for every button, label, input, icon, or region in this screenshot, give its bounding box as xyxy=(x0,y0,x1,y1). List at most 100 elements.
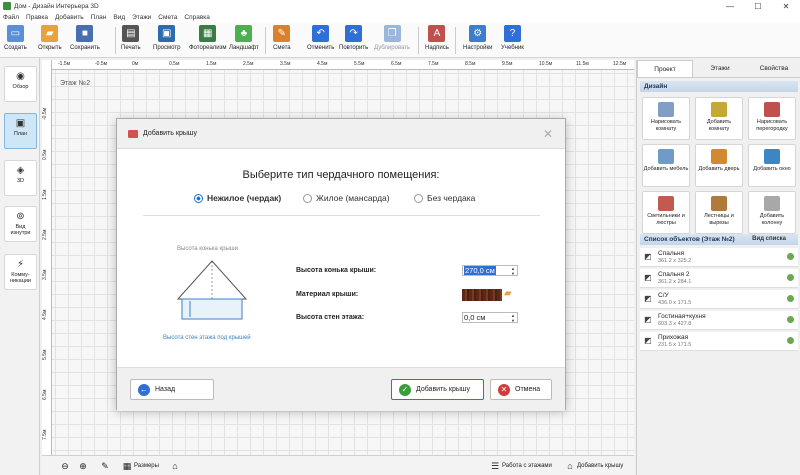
settings-gear-icon: ⚙ xyxy=(469,25,487,42)
help-icon: ? xyxy=(503,25,521,42)
toolbar-help-button[interactable]: ? Учебник xyxy=(501,24,524,57)
design-add-furniture-button[interactable]: Добавить мебель xyxy=(642,144,690,187)
radio-attic-nonresidential[interactable]: Нежилое (чердак) xyxy=(194,193,281,203)
object-list-item[interactable]: ◩ Гостиная+кухня 603.3 x 427.8 xyxy=(640,311,798,330)
toolbar-label-button[interactable]: A Надпись xyxy=(425,24,449,57)
design-label: Лестницы и вырезы xyxy=(704,213,734,226)
object-list-item[interactable]: ◩ Прихожая 231.5 x 171.5 xyxy=(640,332,798,351)
object-size: 361.2 x 284.1 xyxy=(658,279,692,285)
visibility-eye-icon[interactable] xyxy=(787,337,794,344)
toolbar-new-file-button[interactable]: ▭ Создать xyxy=(4,24,27,57)
sizes-label: Размеры xyxy=(134,463,159,469)
object-list-item[interactable]: ◩ Спальня 361.2 x 325.2 xyxy=(640,248,798,267)
measure-button[interactable]: ✎ xyxy=(100,459,112,473)
nav-label: План xyxy=(13,131,28,137)
ruler-tick-label: 4.5м xyxy=(317,61,328,67)
add-furniture-icon xyxy=(658,149,674,164)
design-draw-room-button[interactable]: Нарисовать комнату xyxy=(642,97,690,140)
menu-file[interactable]: Файл xyxy=(3,14,19,21)
zoom-in-button[interactable]: ⊕ xyxy=(78,459,90,473)
object-list-item[interactable]: ◩ С/У 436.0 x 171.5 xyxy=(640,290,798,309)
toolbar-label: Учебник xyxy=(501,45,524,51)
toolbar-landscape-button[interactable]: ♣ Ландшафт xyxy=(229,24,259,57)
ruler-tick-label: 3.5м xyxy=(280,61,291,67)
floors-work-button[interactable]: ☰ Работа с этажами xyxy=(490,459,552,473)
toolbar-open-folder-button[interactable]: ▰ Открыть xyxy=(38,24,62,57)
menu-help[interactable]: Справка xyxy=(184,14,210,21)
radio-no-attic[interactable]: Без чердака xyxy=(414,193,475,203)
design-add-column-button[interactable]: Добавить колонну xyxy=(748,191,796,234)
diagram-wall-label: Высота стен этажа под крышей xyxy=(163,335,251,341)
visibility-eye-icon[interactable] xyxy=(787,274,794,281)
view-list-toggle[interactable]: Вид списка xyxy=(752,236,786,242)
nav-inside-view[interactable]: ⊚ Вид изнутри xyxy=(4,206,37,242)
cancel-label: Отмена xyxy=(515,386,541,393)
nav-communications[interactable]: ⚡ Комму-никации xyxy=(4,254,37,290)
toolbar-redo-button[interactable]: ↷ Повторить xyxy=(339,24,368,57)
ruler-tick-label: 1.5м xyxy=(42,189,48,200)
menu-add[interactable]: Добавить xyxy=(55,14,84,21)
design-add-room-button[interactable]: Добавить комнату xyxy=(695,97,743,140)
visibility-eye-icon[interactable] xyxy=(787,316,794,323)
tab-project[interactable]: Проект xyxy=(637,60,693,77)
open-folder-icon[interactable]: ▰ xyxy=(504,288,518,301)
back-button[interactable]: ← Назад xyxy=(130,379,214,400)
wall-height-spinner[interactable]: ▲ ▼ xyxy=(509,312,517,323)
design-add-door-button[interactable]: Добавить дверь xyxy=(695,144,743,187)
zoom-in-icon: ⊕ xyxy=(79,460,87,471)
toolbar-undo-button[interactable]: ↶ Отменить xyxy=(307,24,334,57)
toolbar-photorealism-button[interactable]: ▦ Фотореализм xyxy=(189,24,227,57)
home-button[interactable]: ⌂ xyxy=(170,459,182,473)
object-name: Прихожая xyxy=(658,334,689,341)
add-window-icon xyxy=(764,149,780,164)
nav-cube-3d[interactable]: ◈ 3D xyxy=(4,160,37,196)
menu-estimate[interactable]: Смета xyxy=(158,14,177,21)
radio-attic-mansard[interactable]: Жилое (мансарда) xyxy=(303,193,390,203)
cancel-button[interactable]: ✕ Отмена xyxy=(490,379,552,400)
toolbar-save-button[interactable]: ■ Сохранить xyxy=(70,24,100,57)
print-icon: ▤ xyxy=(122,25,140,42)
ridge-height-spinner[interactable]: ▲ ▼ xyxy=(509,265,517,276)
add-roof-bottom-button[interactable]: ⌂ Добавить крышу xyxy=(565,459,623,473)
menu-edit[interactable]: Правка xyxy=(26,14,48,21)
toolbar-settings-gear-button[interactable]: ⚙ Настройки xyxy=(463,24,492,57)
design-lamps-button[interactable]: Светильники и люстры xyxy=(642,191,690,234)
zoom-out-button[interactable]: ⊖ xyxy=(60,459,72,473)
menu-view[interactable]: Вид xyxy=(113,14,125,21)
close-window-button[interactable]: ✕ xyxy=(772,0,800,12)
zoom-out-icon: ⊖ xyxy=(61,460,69,471)
nav-plan[interactable]: ▣ План xyxy=(4,113,37,149)
add-roof-button[interactable]: ✓ Добавить крышу xyxy=(391,379,484,400)
design-draw-partition-button[interactable]: Нарисовать перегородку xyxy=(748,97,796,140)
preview-monitor-icon: ▣ xyxy=(158,25,176,42)
design-section-header: Дизайн xyxy=(640,81,798,92)
toolbar-estimate-button[interactable]: ✎ Смета xyxy=(273,24,291,57)
object-list-item[interactable]: ◩ Спальня 2 361.2 x 284.1 xyxy=(640,269,798,288)
design-add-window-button[interactable]: Добавить окно xyxy=(748,144,796,187)
right-panel: Проект Этажи Свойства Дизайн Нарисовать … xyxy=(636,60,800,475)
open-folder-icon: ▰ xyxy=(41,25,59,42)
tab-floors[interactable]: Этажи xyxy=(693,60,747,77)
toolbar-preview-monitor-button[interactable]: ▣ Просмотр xyxy=(153,24,180,57)
radio-label: Без чердака xyxy=(427,193,476,203)
sizes-button[interactable]: ▦ Размеры xyxy=(122,459,159,473)
maximize-button[interactable]: ☐ xyxy=(744,0,772,12)
roof-material-swatch[interactable] xyxy=(462,289,502,301)
menu-plan[interactable]: План xyxy=(91,14,107,21)
visibility-eye-icon[interactable] xyxy=(787,253,794,260)
toolbar-print-button[interactable]: ▤ Печать xyxy=(121,24,141,57)
toolbar-duplicate-button[interactable]: ❐ Дублировать xyxy=(374,24,410,57)
visibility-eye-icon[interactable] xyxy=(787,295,794,302)
room-icon: ◩ xyxy=(644,294,652,303)
minimize-button[interactable]: — xyxy=(716,0,744,12)
ruler-tick-label: 10.5м xyxy=(539,61,553,67)
design-stairs-button[interactable]: Лестницы и вырезы xyxy=(695,191,743,234)
grid-icon: ▦ xyxy=(122,460,132,471)
dialog-close-button[interactable]: ✕ xyxy=(543,127,553,141)
menu-floors[interactable]: Этажи xyxy=(132,14,151,21)
ruler-tick-label: 5.5м xyxy=(354,61,365,67)
tab-properties[interactable]: Свойства xyxy=(747,60,800,77)
ruler-tick-label: 9.5м xyxy=(502,61,513,67)
nav-eye[interactable]: ◉ Обзор xyxy=(4,66,37,102)
nav-label: 3D xyxy=(16,178,25,184)
